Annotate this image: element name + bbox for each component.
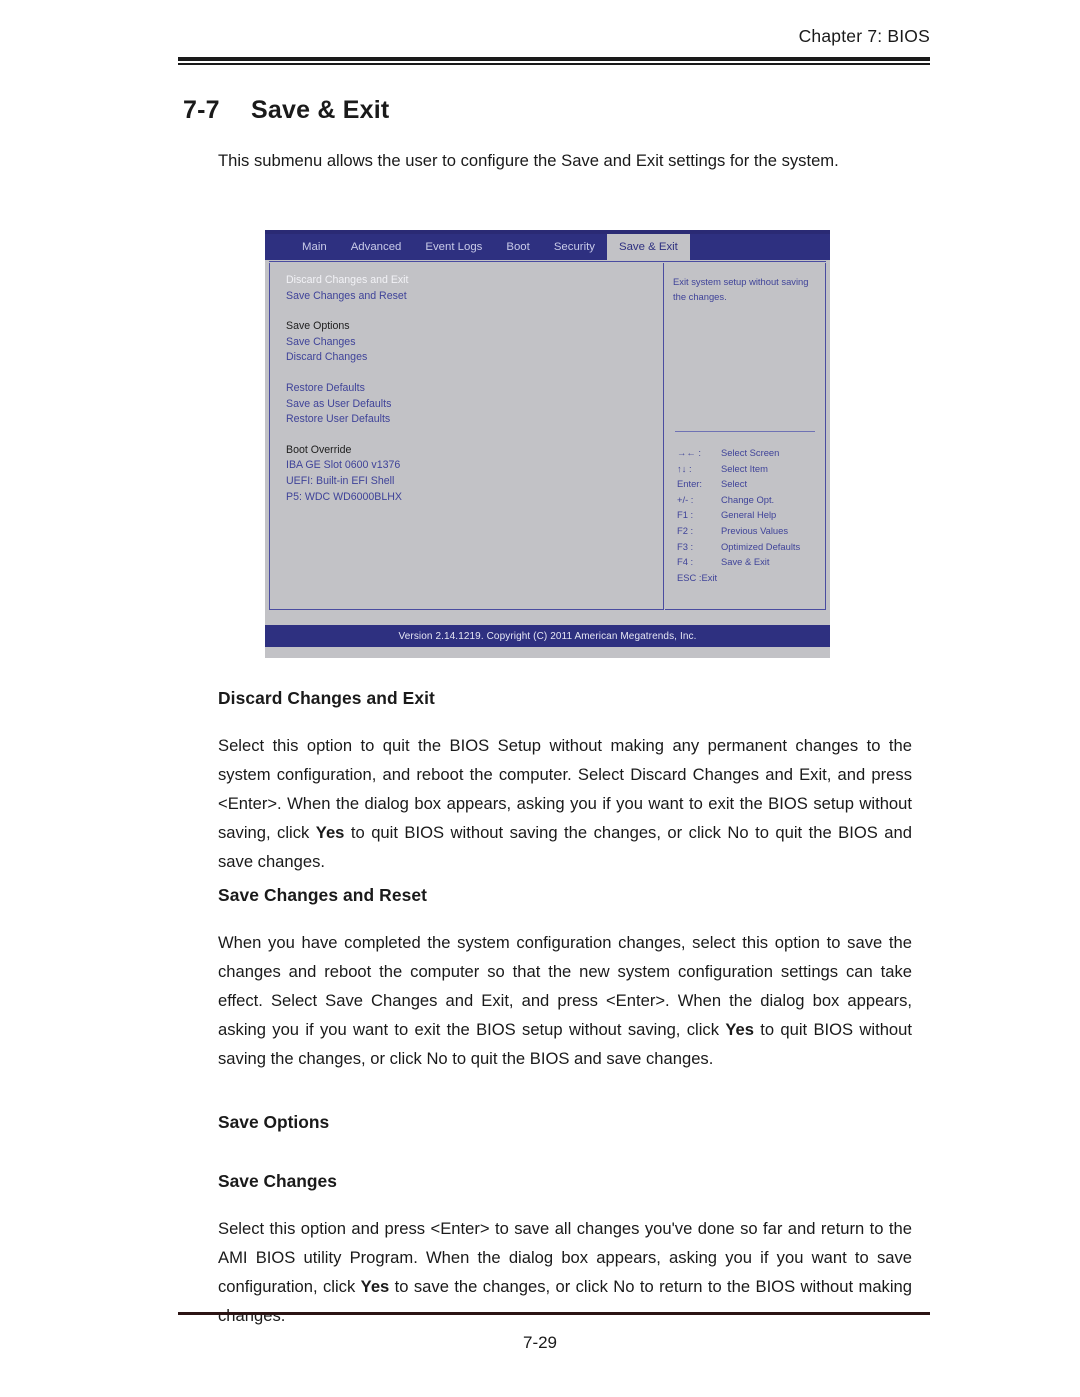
bios-menu-item-discard-changes[interactable]: Discard Changes: [286, 350, 663, 366]
bios-menu-item-discard-changes-and-exit[interactable]: Discard Changes and Exit: [286, 273, 663, 289]
bios-key-name: F4 :: [677, 556, 694, 568]
bios-tab-security[interactable]: Security: [542, 234, 607, 260]
heading-save-changes-and-reset: Save Changes and Reset: [218, 885, 428, 905]
bios-help-panel: Exit system setup without saving the cha…: [665, 263, 826, 610]
bios-tab-boot[interactable]: Boot: [494, 234, 541, 260]
bios-key-action: General Help: [721, 509, 777, 521]
bios-menu-item-save-options: Save Options: [286, 320, 350, 333]
section-save-changes-and-reset: Save Changes and Reset When you have com…: [218, 881, 912, 1073]
bios-tab-advanced[interactable]: Advanced: [339, 234, 414, 260]
section-intro: This submenu allows the user to configur…: [218, 151, 839, 170]
bios-key-name: F3 :: [677, 540, 694, 552]
bios-menu-item-boot-override: Boot Override: [286, 443, 352, 456]
bios-screenshot-figure: Main Advanced Event Logs Boot Security Save &…: [265, 230, 830, 658]
bios-menu-item-save-changes-and-reset[interactable]: Save Changes and Reset: [286, 289, 663, 305]
discard-bold-yes: Yes: [315, 823, 345, 842]
running-head: Chapter 7: BIOS: [798, 26, 930, 46]
bios-key-action: Change Opt.: [721, 493, 775, 505]
bios-menu-bar: Main Advanced Event Logs Boot Security Save &…: [265, 234, 830, 260]
heading-save-options: Save Options: [218, 1112, 330, 1132]
bios-menu-item-p5-wdc-wd6000blhx[interactable]: P5: WDC WD6000BLHX: [286, 490, 663, 506]
bios-key-legend: →← : Select Screen ↑↓ : Select Item Enter: Se…: [677, 445, 817, 585]
bios-tab-event-logs[interactable]: Event Logs: [413, 234, 494, 260]
bios-footer-gap: [265, 614, 830, 625]
header-rule-thin: [178, 63, 930, 65]
bios-menu-item-uefi-built-in-efi-shell[interactable]: UEFI: Built-in EFI Shell: [286, 474, 663, 490]
bios-key-name: Enter:: [677, 478, 703, 490]
bios-key-name: →← :: [677, 447, 701, 458]
header-rule: [178, 57, 930, 65]
bios-help-text: Exit system setup without saving the cha…: [673, 276, 809, 302]
bios-key-row: F3 : Optimized Defaults: [677, 539, 817, 555]
save-options-bold-yes: Yes: [360, 1277, 390, 1296]
page-number: 7-29: [522, 1333, 558, 1352]
bios-key-name: ↑↓ :: [677, 462, 692, 474]
bios-key-row: F2 : Previous Values: [677, 523, 817, 539]
bios-version-bar: Version 2.14.1219. Copyright (C) 2011 Am…: [265, 625, 830, 647]
bios-left-menu-panel: Discard Changes and Exit Save Changes and…: [269, 263, 664, 610]
bios-key-action: Select: [721, 478, 748, 490]
page-title: 7-7 Save & Exit: [183, 96, 389, 125]
bios-key-row: F4 : Save & Exit: [677, 554, 817, 570]
bios-menu-item-save-as-user-defaults[interactable]: Save as User Defaults: [286, 397, 663, 413]
section-number: 7-7: [183, 96, 220, 124]
bios-menu-item-iba-ge-slot-0600-v1376[interactable]: IBA GE Slot 0600 v1376: [286, 458, 663, 474]
bios-key-row: F1 : General Help: [677, 507, 817, 523]
paragraph-save-changes-and-reset: When you have completed the system confi…: [218, 928, 912, 1073]
bios-key-row: ESC :Exit: [677, 570, 817, 586]
bios-menu-spacer: [286, 366, 663, 381]
bios-key-name: +/- :: [677, 493, 694, 505]
heading-save-changes: Save Changes: [218, 1171, 337, 1191]
bios-tab-save-exit[interactable]: Save & Exit: [606, 234, 690, 260]
bios-help-divider: [675, 431, 815, 432]
bios-menu-spacer: [286, 428, 663, 443]
bios-key-row: ↑↓ : Select Item: [677, 461, 817, 477]
section-save-options: Save Options Save Changes Select this op…: [218, 1108, 912, 1330]
section-discard-changes-and-exit: Discard Changes and Exit Select this opt…: [218, 684, 912, 876]
bios-tab-list: Main Advanced Event Logs Boot Security Save &…: [290, 234, 690, 260]
bios-key-name: F1 :: [677, 509, 694, 521]
bios-menu-item-save-changes[interactable]: Save Changes: [286, 335, 663, 351]
bios-key-action: Previous Values: [721, 524, 789, 536]
bios-key-action: Optimized Defaults: [721, 540, 801, 552]
bios-key-row: +/- : Change Opt.: [677, 492, 817, 508]
section-title-text: Save & Exit: [251, 96, 390, 124]
bios-menu-spacer: [286, 304, 663, 319]
save-reset-bold-yes: Yes: [725, 1020, 754, 1039]
bios-key-action: Select Item: [721, 462, 768, 474]
bios-menu-item-restore-defaults[interactable]: Restore Defaults: [286, 381, 663, 397]
bios-key-row: Enter: Select: [677, 476, 817, 492]
footer-rule: [178, 1312, 930, 1315]
bios-menu-item-restore-user-defaults[interactable]: Restore User Defaults: [286, 412, 663, 428]
bios-key-name: F2 :: [677, 524, 694, 536]
paragraph-discard-changes-and-exit: Select this option to quit the BIOS Setu…: [218, 731, 912, 876]
bios-key-action: Save & Exit: [721, 556, 770, 568]
bios-content-area: Discard Changes and Exit Save Changes and…: [265, 260, 830, 614]
bios-key-name: ESC :Exit: [677, 571, 718, 583]
bios-key-action: Select Screen: [721, 447, 780, 458]
bios-key-row: →← : Select Screen: [677, 445, 817, 461]
bios-tab-main[interactable]: Main: [290, 234, 339, 260]
heading-discard-changes-and-exit: Discard Changes and Exit: [218, 688, 435, 708]
